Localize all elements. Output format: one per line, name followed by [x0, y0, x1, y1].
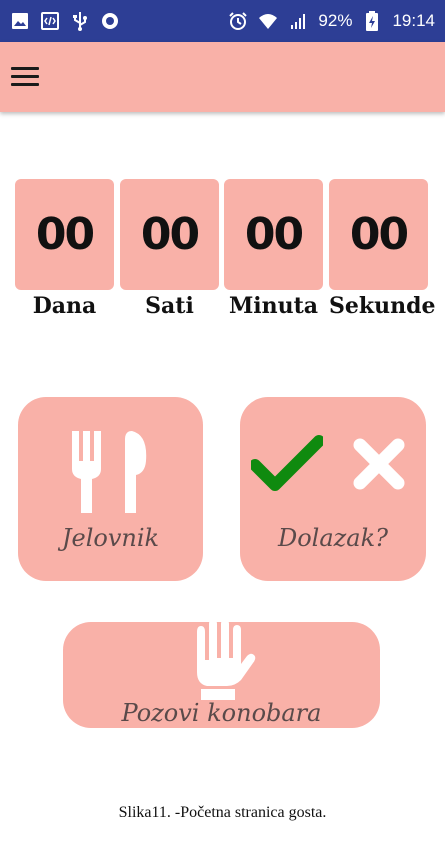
- app-bar: [0, 42, 445, 112]
- arrival-label: Dolazak?: [277, 524, 389, 552]
- countdown-minutes-label: Minuta: [228, 293, 319, 319]
- countdown-hours-label: Sati: [145, 293, 194, 319]
- countdown-hours-box: 00: [120, 179, 219, 290]
- arrival-button[interactable]: Dolazak?: [240, 397, 426, 581]
- countdown-seconds-value: 00: [349, 209, 409, 260]
- countdown-days-box: 00: [15, 179, 114, 290]
- countdown-seconds-box: 00: [329, 179, 428, 290]
- status-bar-right: 92% 19:14: [228, 11, 435, 31]
- circle-icon: [100, 11, 120, 31]
- fork-knife-icon: [72, 431, 147, 513]
- gallery-icon: [10, 11, 30, 31]
- countdown-days-value: 00: [35, 209, 95, 260]
- usb-icon: [70, 11, 90, 31]
- wifi-icon: [258, 11, 278, 31]
- status-bar-left: [10, 11, 120, 31]
- figure-caption: Slika11. -Početna stranica gosta.: [118, 804, 327, 821]
- countdown-minutes-box: 00: [224, 179, 323, 290]
- check-icon: [251, 435, 323, 491]
- countdown-timer: 00 Dana 00 Sati 00 Minuta 00 Sekunde: [15, 179, 436, 329]
- battery-icon: [362, 11, 382, 31]
- signal-icon: [288, 11, 308, 31]
- hamburger-menu-icon[interactable]: [11, 67, 39, 89]
- alarm-icon: [228, 11, 248, 31]
- countdown-hours-value: 00: [140, 209, 200, 260]
- clock: 19:14: [392, 11, 435, 30]
- countdown-minutes-value: 00: [244, 209, 304, 260]
- call-waiter-label: Pozovi konobara: [121, 699, 322, 727]
- countdown-seconds-label: Sekunde: [329, 293, 436, 319]
- hand-icon: [197, 620, 256, 700]
- cross-icon: [353, 438, 405, 490]
- status-bar: 92% 19:14: [0, 0, 445, 42]
- call-waiter-button[interactable]: Pozovi konobara: [63, 620, 380, 728]
- battery-percent: 92%: [318, 11, 353, 30]
- menu-button[interactable]: Jelovnik: [18, 397, 203, 581]
- countdown-days-label: Dana: [32, 293, 97, 319]
- menu-label: Jelovnik: [61, 524, 160, 552]
- code-icon: [40, 11, 60, 31]
